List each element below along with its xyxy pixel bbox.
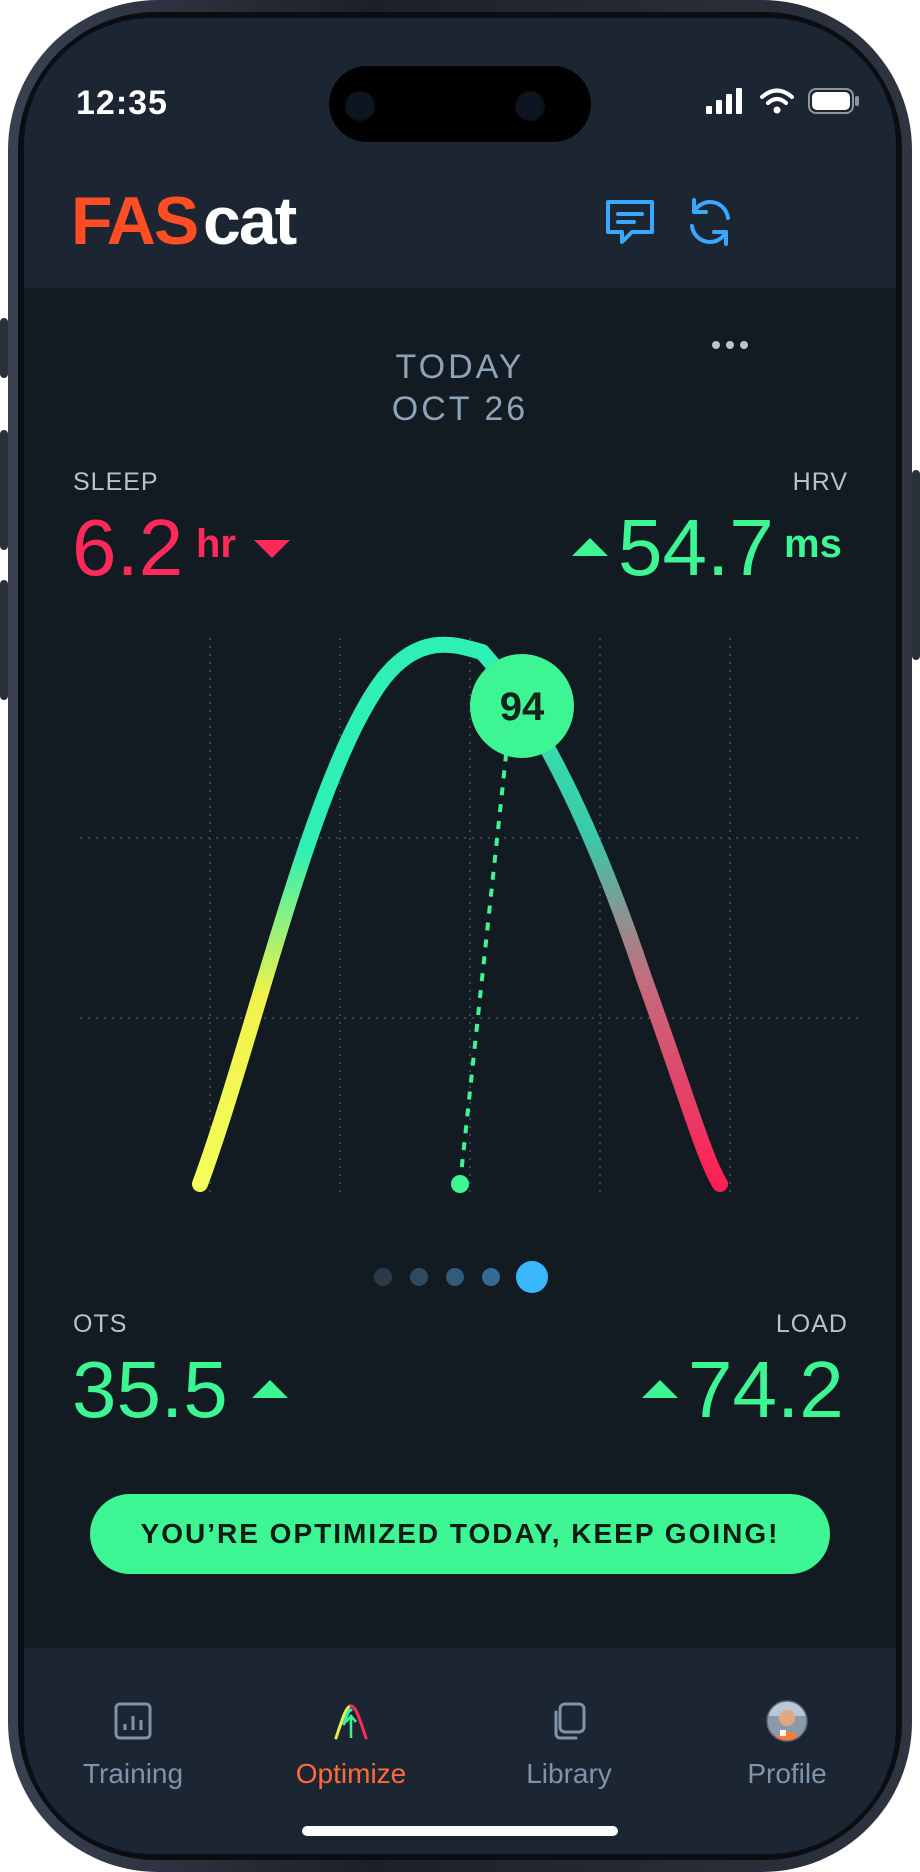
tab-optimize-label: Optimize xyxy=(295,1758,407,1789)
score-pointer-base xyxy=(451,1175,469,1193)
optimize-curve-icon xyxy=(334,1704,368,1740)
tab-training-label: Training xyxy=(82,1758,184,1789)
page-dot-2[interactable] xyxy=(410,1268,428,1286)
battery-icon xyxy=(808,88,859,114)
wifi-icon xyxy=(760,88,794,114)
volume-up-button xyxy=(0,430,8,550)
ots-trend-up-icon xyxy=(252,1380,288,1398)
tab-profile[interactable]: Profile xyxy=(678,1648,896,1798)
hrv-value: 54.7 xyxy=(618,503,774,592)
app-header: 12:35 FAS cat xyxy=(24,18,896,288)
tab-profile-label: Profile xyxy=(747,1758,827,1789)
more-options-button[interactable] xyxy=(712,336,772,356)
power-button xyxy=(912,470,920,660)
date-line-date: OCT 26 xyxy=(391,390,529,428)
hrv-label: HRV xyxy=(792,468,848,496)
logo-part1: FAS xyxy=(71,186,197,256)
optimization-curve: 94 xyxy=(80,636,860,1198)
load-label: LOAD xyxy=(775,1310,848,1338)
score-value: 94 xyxy=(500,685,545,729)
chart-grid xyxy=(80,638,860,1198)
ots-label: OTS xyxy=(73,1310,128,1338)
page-dot-3[interactable] xyxy=(446,1268,464,1286)
tab-bar: Training Optimize Library Profile xyxy=(24,1648,896,1854)
load-trend-up-icon xyxy=(642,1380,678,1398)
tab-library-label: Library xyxy=(526,1758,612,1789)
sleep-label: SLEEP xyxy=(73,468,159,496)
hrv-unit: ms xyxy=(784,522,842,566)
score-pointer-line xyxy=(458,717,512,1185)
chart-icon xyxy=(114,1702,152,1740)
page-dot-1[interactable] xyxy=(374,1268,392,1286)
sleep-value: 6.2 xyxy=(72,503,184,592)
app-screen: 12:35 FAS cat TODAY OCT 26 SLEEP 6.2 hr … xyxy=(24,18,896,1854)
tab-library[interactable]: Library xyxy=(460,1648,678,1798)
library-icon xyxy=(554,1702,586,1740)
optimized-status-banner[interactable]: YOU’RE OPTIMIZED TODAY, KEEP GOING! xyxy=(90,1494,830,1574)
tab-optimize[interactable]: Optimize xyxy=(242,1648,460,1798)
sensor-icon xyxy=(515,91,545,121)
page-dot-4[interactable] xyxy=(482,1268,500,1286)
signal-icon xyxy=(706,88,742,114)
chat-icon[interactable] xyxy=(602,194,658,250)
camera-lens-icon xyxy=(345,91,375,121)
fascat-logo: FAS cat xyxy=(71,183,361,261)
dynamic-island xyxy=(329,66,591,142)
sleep-unit: hr xyxy=(196,522,236,566)
sleep-trend-down-icon xyxy=(254,540,290,558)
logo-part2: cat xyxy=(203,186,297,256)
hrv-trend-up-icon xyxy=(572,538,608,556)
refresh-icon[interactable] xyxy=(682,194,738,250)
status-time: 12:35 xyxy=(76,84,168,122)
ots-value: 35.5 xyxy=(72,1345,228,1434)
avatar xyxy=(766,1700,808,1742)
home-indicator[interactable] xyxy=(302,1826,618,1836)
volume-down-button xyxy=(0,580,8,700)
page-dot-5-active[interactable] xyxy=(516,1261,548,1293)
load-value: 74.2 xyxy=(688,1345,844,1434)
action-button xyxy=(0,318,8,378)
status-icons xyxy=(706,88,860,114)
tab-training[interactable]: Training xyxy=(24,1648,242,1798)
